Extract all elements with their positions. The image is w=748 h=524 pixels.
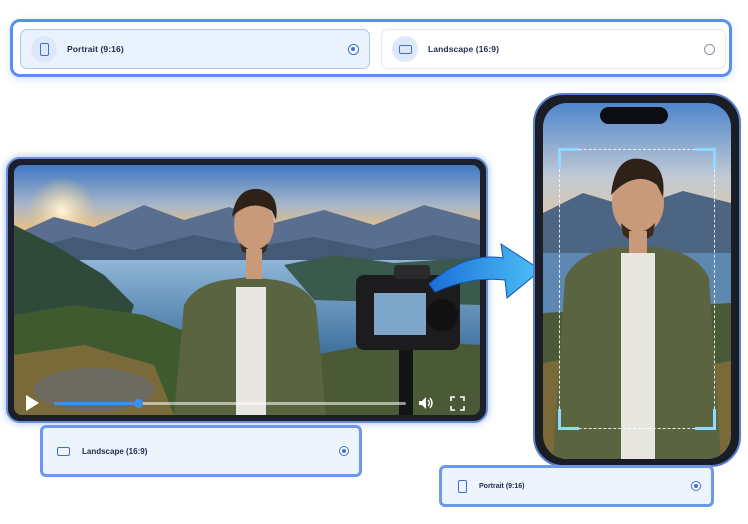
crop-corner-bottom-left[interactable] [558,409,579,430]
landscape-label-card[interactable]: Landscape (16:9) [40,425,362,477]
portrait-label-card[interactable]: Portrait (9:16) [439,465,714,507]
fullscreen-icon[interactable] [450,396,465,411]
landscape-video-scene [14,165,480,415]
portrait-option[interactable]: Portrait (9:16) [20,29,370,69]
volume-icon[interactable] [418,396,434,410]
crop-guide [558,148,716,430]
landscape-option[interactable]: Landscape (16:9) [381,29,726,69]
landscape-card-icon [57,446,70,456]
convert-arrow-icon [428,242,542,299]
portrait-card-label: Portrait (9:16) [479,482,525,490]
portrait-radio[interactable] [348,43,359,55]
progress-fill [54,402,139,405]
portrait-card-radio[interactable] [691,481,701,491]
orientation-selector: Portrait (9:16) Landscape (16:9) [10,19,732,77]
landscape-video[interactable] [14,165,480,415]
landscape-option-label: Landscape (16:9) [428,44,500,54]
crop-corner-top-left[interactable] [558,148,579,169]
landscape-icon [392,36,418,62]
portrait-card-icon [458,479,467,493]
phone-notch [600,107,668,124]
crop-corner-bottom-right[interactable] [695,409,716,430]
landscape-card-label: Landscape (16:9) [82,446,148,456]
play-icon[interactable] [26,395,39,411]
progress-track[interactable] [54,399,406,408]
portrait-video[interactable] [543,103,731,459]
portrait-icon [31,36,57,62]
portrait-option-label: Portrait (9:16) [67,44,124,54]
landscape-radio[interactable] [704,43,715,55]
landscape-card-radio[interactable] [339,446,349,456]
crop-corner-top-right[interactable] [695,148,716,169]
